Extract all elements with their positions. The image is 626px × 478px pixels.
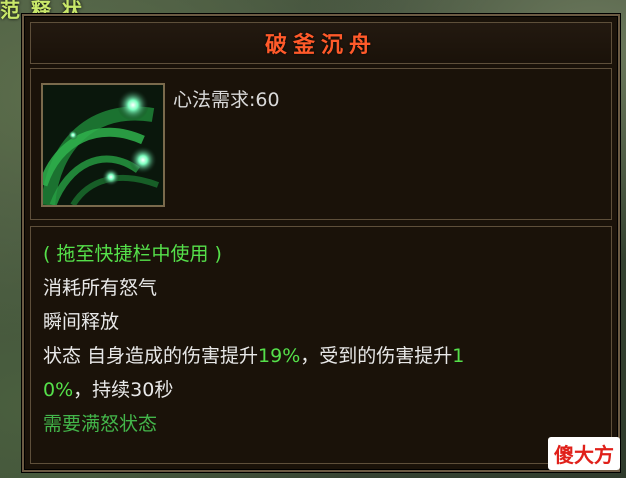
status-line-cont: 0%，持续30秒 xyxy=(43,375,173,402)
usage-hint: ( 拖至快捷栏中使用 ) xyxy=(43,243,222,265)
skill-title: 破釜沉舟 xyxy=(264,33,377,58)
skill-tooltip: 破釜沉舟 心法需求:60 (拖至快捷栏中使用) 消耗所有怒气 瞬间释放 状态… xyxy=(22,14,620,472)
status-value-2a: 1 xyxy=(452,345,465,367)
need-full-rage: 需要满怒状态 xyxy=(43,413,158,435)
status-prefix: 状态 自身造成的伤害提升 xyxy=(43,345,259,367)
skill-requirement: 心法需求:60 xyxy=(173,89,280,111)
status-suffix: ，持续30秒 xyxy=(73,379,174,401)
green-swirl-skill-icon[interactable] xyxy=(41,83,165,207)
status-value-2b: 0% xyxy=(43,379,74,401)
description-line-1: 消耗所有怒气 xyxy=(43,277,158,299)
status-line: 状态 自身造成的伤害提升19%，受到的伤害提升1 xyxy=(43,341,464,368)
description-line-2: 瞬间释放 xyxy=(43,311,120,333)
status-middle: ，受到的伤害提升 xyxy=(300,345,453,367)
skill-info-section: 心法需求:60 xyxy=(30,68,612,220)
status-value-1: 19% xyxy=(258,345,301,367)
watermark-logo: 傻大方 xyxy=(548,437,620,470)
skill-description-section: ( 拖至快捷栏中使用 ) 消耗所有怒气 瞬间释放 状态 自身造成的伤害提升19%… xyxy=(30,226,612,464)
tooltip-title-bar: 破釜沉舟 xyxy=(30,22,612,64)
